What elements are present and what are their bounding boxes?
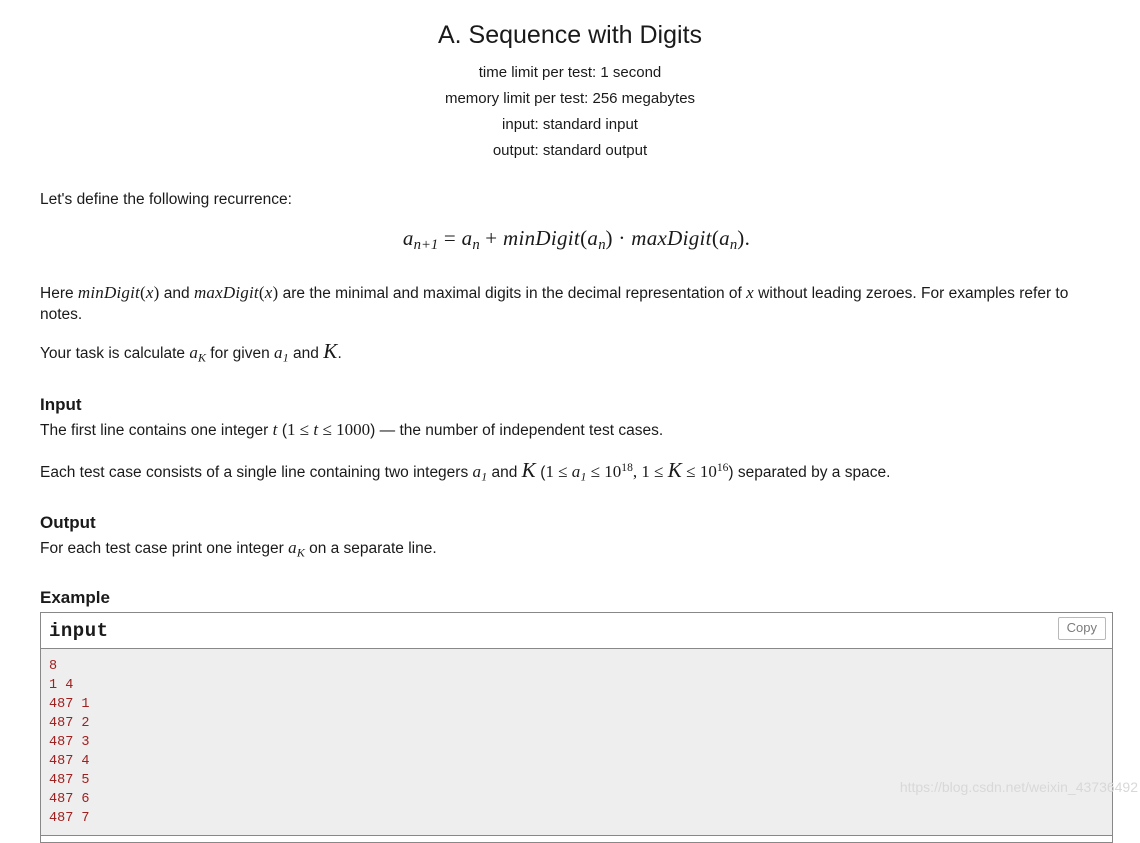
copy-button[interactable]: Copy [1057,616,1106,640]
a-k-term: aK [189,343,206,365]
output-line-1: For each test case print one integer aK … [40,537,437,559]
var-K: K [521,458,536,483]
le-sign: ≤ [322,420,332,440]
min-digit-term: minDigit(x) [77,283,160,303]
problem-statement: Let's define the following recurrence: a… [0,164,1140,612]
power-10-18: 1018 [604,461,633,482]
example-section: input Copy 8 1 4 487 1 487 2 487 3 487 4… [0,611,1140,843]
le-sign: ≤ [299,420,310,440]
problem-header: A. Sequence with Digits time limit per t… [0,0,1140,164]
formula-expression: an+1 = an + minDigit(an) · maxDigit(an). [402,226,751,254]
sample-input-content: 8 1 4 487 1 487 2 487 3 487 4 487 5 487 … [41,648,1112,836]
max-digit-term: maxDigit(x) [193,283,279,303]
time-limit-line: time limit per test: 1 second [478,64,662,81]
output-section-heading: Output [40,512,96,532]
intro-paragraph: Let's define the following recurrence: [40,191,292,208]
a-1-term: a1 [472,462,488,484]
page-title: A. Sequence with Digits [437,21,703,49]
var-x: x [746,283,754,303]
power-10-16: 1016 [699,461,729,482]
memory-limit-line: memory limit per test: 256 megabytes [444,90,696,107]
example-section-heading: Example [40,587,110,607]
input-line-2: Each test case consists of a single line… [40,458,891,484]
problem-page: A. Sequence with Digits time limit per t… [0,0,1140,843]
input-section-heading: Input [40,395,82,415]
input-source-line: input: standard input [502,116,638,133]
a-1-term: a1 [274,343,289,365]
a-k-term: aK [288,537,305,559]
var-K: K [323,339,338,364]
sample-input-title: input [49,619,109,642]
here-paragraph: Here minDigit(x) and maxDigit(x) are the… [40,283,1069,324]
sample-test-input-box: input Copy 8 1 4 487 1 487 2 487 3 487 4… [40,611,1113,836]
output-source-line: output: standard output [492,142,648,159]
sample-input-header: input Copy [41,612,1112,649]
input-line-1: The first line contains one integer t (1… [40,420,664,440]
task-paragraph: Your task is calculate aK for given a1 a… [40,339,342,365]
recurrence-formula: an+1 = an + minDigit(an) · maxDigit(an). [40,210,1113,266]
sample-test-output-box-partial [40,835,1113,843]
